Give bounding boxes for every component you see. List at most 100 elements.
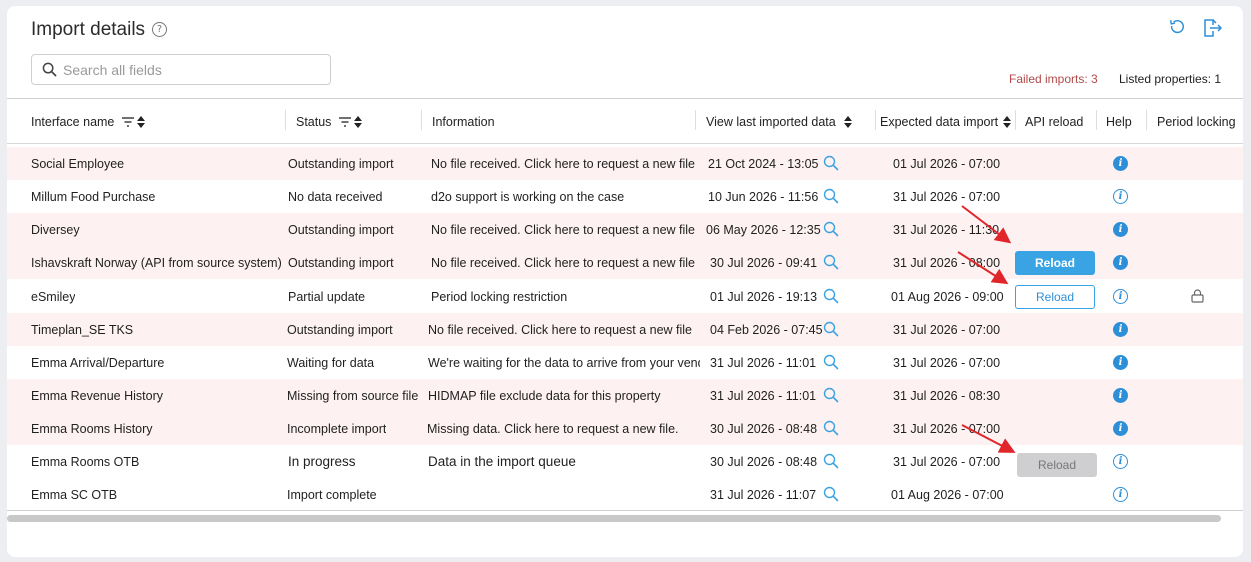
- last-imported-cell: 10 Jun 2026 - 11:56: [708, 189, 819, 204]
- interface-name-cell: Ishavskraft Norway (API from source syst…: [31, 255, 282, 270]
- expected-import-cell: 31 Jul 2026 - 07:00: [893, 189, 1001, 204]
- status-cell: Import complete: [287, 487, 377, 502]
- interface-name-cell: Millum Food Purchase: [31, 189, 156, 204]
- info-icon[interactable]: i: [1113, 289, 1128, 304]
- reload-button[interactable]: Reload: [1015, 285, 1095, 309]
- column-header-information: Information: [432, 114, 495, 129]
- column-header-expected-import[interactable]: Expected data import: [880, 99, 1012, 144]
- magnifier-icon[interactable]: [823, 188, 839, 204]
- table-row[interactable]: Millum Food Purchase No data received d2o …: [7, 180, 1243, 213]
- magnifier-icon[interactable]: [823, 288, 839, 304]
- failed-imports-count: Failed imports: 3: [1009, 72, 1098, 86]
- table-row[interactable]: Social Employee Outstanding import No file…: [7, 147, 1243, 180]
- last-imported-cell: 21 Oct 2024 - 13:05: [708, 156, 819, 171]
- last-imported-cell: 01 Jul 2026 - 19:13: [710, 289, 818, 304]
- expected-import-cell: 01 Aug 2026 - 09:00: [891, 289, 1004, 304]
- status-cell: Partial update: [288, 289, 366, 304]
- magnifier-icon[interactable]: [823, 387, 839, 403]
- interface-name-cell: Diversey: [31, 222, 80, 237]
- sort-icon[interactable]: [1003, 115, 1012, 128]
- last-imported-cell: 31 Jul 2026 - 11:07: [710, 487, 817, 502]
- sort-icon[interactable]: [137, 115, 146, 128]
- interface-name-cell: Emma Rooms History: [31, 421, 153, 436]
- column-divider: [1015, 110, 1016, 130]
- magnifier-icon[interactable]: [823, 486, 839, 502]
- table-row[interactable]: Ishavskraft Norway (API from source syst…: [7, 246, 1243, 279]
- status-cell: Missing from source file: [287, 388, 419, 403]
- refresh-icon[interactable]: [1168, 18, 1186, 36]
- status-cell: In progress: [288, 454, 356, 469]
- filter-icon[interactable]: [339, 116, 352, 127]
- filter-icon[interactable]: [122, 116, 135, 127]
- info-icon[interactable]: i: [1113, 189, 1128, 204]
- information-cell: We're waiting for the data to arrive fro…: [428, 355, 700, 370]
- table-row[interactable]: Emma Arrival/Departure Waiting for data We…: [7, 346, 1243, 379]
- information-cell[interactable]: No file received. Click here to request …: [431, 246, 703, 279]
- export-icon[interactable]: [1202, 18, 1224, 38]
- last-imported-cell: 31 Jul 2026 - 11:01: [710, 355, 817, 370]
- column-divider: [421, 110, 422, 130]
- expected-import-cell: 31 Jul 2026 - 07:00: [893, 355, 1001, 370]
- search-icon: [42, 62, 57, 77]
- information-cell: Period locking restriction: [431, 289, 568, 304]
- info-icon[interactable]: i: [1113, 255, 1128, 270]
- magnifier-icon[interactable]: [823, 354, 839, 370]
- last-imported-cell: 30 Jul 2026 - 09:41: [710, 255, 818, 270]
- interface-name-cell: Emma Revenue History: [31, 388, 163, 403]
- table-row[interactable]: eSmiley Partial update Period locking rest…: [7, 280, 1243, 313]
- information-cell[interactable]: Missing data. Click here to request a ne…: [427, 412, 699, 445]
- last-imported-cell: 30 Jul 2026 - 08:48: [710, 421, 818, 436]
- status-cell: Outstanding import: [287, 322, 393, 337]
- status-cell: No data received: [288, 189, 383, 204]
- info-icon[interactable]: i: [1113, 454, 1128, 469]
- info-icon[interactable]: i: [1113, 388, 1128, 403]
- info-icon[interactable]: i: [1113, 355, 1128, 370]
- listed-properties-count: Listed properties: 1: [1119, 72, 1222, 86]
- information-cell[interactable]: No file received. Click here to request …: [431, 147, 703, 180]
- horizontal-scrollbar[interactable]: [7, 515, 1221, 522]
- table-row[interactable]: Diversey Outstanding import No file receiv…: [7, 213, 1243, 246]
- expected-import-cell: 31 Jul 2026 - 08:30: [893, 388, 1001, 403]
- column-header-last-imported[interactable]: View last imported data: [706, 99, 852, 144]
- table-row[interactable]: Emma SC OTB Import complete 31 Jul 2026 - …: [7, 478, 1243, 511]
- column-divider: [695, 110, 696, 130]
- column-header-help: Help: [1106, 114, 1132, 129]
- table-row[interactable]: Emma Rooms OTB In progress Data in the imp…: [7, 445, 1243, 478]
- table-row[interactable]: Emma Revenue History Missing from source …: [7, 379, 1243, 412]
- interface-name-cell: Timeplan_SE TKS: [31, 322, 134, 337]
- status-cell: Outstanding import: [288, 255, 394, 270]
- question-circle-icon[interactable]: ?: [152, 22, 167, 37]
- table-row[interactable]: Emma Rooms History Incomplete import Missi…: [7, 412, 1243, 445]
- interface-name-cell: eSmiley: [31, 289, 76, 304]
- info-icon[interactable]: i: [1113, 322, 1128, 337]
- expected-import-cell: 31 Jul 2026 - 11:30: [893, 222, 1000, 237]
- info-icon[interactable]: i: [1113, 156, 1128, 171]
- column-divider: [1096, 110, 1097, 130]
- last-imported-cell: 06 May 2026 - 12:35: [706, 222, 821, 237]
- magnifier-icon[interactable]: [823, 221, 839, 237]
- sort-icon[interactable]: [354, 115, 363, 128]
- info-icon[interactable]: i: [1113, 421, 1128, 436]
- interface-name-cell: Emma Rooms OTB: [31, 454, 140, 469]
- information-cell[interactable]: No file received. Click here to request …: [428, 313, 700, 346]
- search-box[interactable]: [31, 54, 331, 85]
- status-cell: Incomplete import: [287, 421, 387, 436]
- column-header-interface-name[interactable]: Interface name: [31, 99, 146, 144]
- magnifier-icon[interactable]: [823, 420, 839, 436]
- reload-button[interactable]: Reload: [1015, 251, 1095, 275]
- status-cell: Outstanding import: [288, 222, 394, 237]
- imports-table: Interface name Status Information View l…: [7, 98, 1243, 511]
- search-input[interactable]: [63, 61, 313, 78]
- magnifier-icon[interactable]: [823, 155, 839, 171]
- table-row[interactable]: Timeplan_SE TKS Outstanding import No file…: [7, 313, 1243, 346]
- magnifier-icon[interactable]: [823, 254, 839, 270]
- lock-icon[interactable]: [1191, 289, 1204, 303]
- information-cell[interactable]: No file received. Click here to request …: [431, 213, 703, 246]
- sort-icon[interactable]: [843, 115, 852, 128]
- expected-import-cell: 31 Jul 2026 - 08:00: [893, 255, 1001, 270]
- info-icon[interactable]: i: [1113, 487, 1128, 502]
- column-header-status[interactable]: Status: [296, 99, 363, 144]
- info-icon[interactable]: i: [1113, 222, 1128, 237]
- magnifier-icon[interactable]: [823, 453, 839, 469]
- magnifier-icon[interactable]: [823, 321, 839, 337]
